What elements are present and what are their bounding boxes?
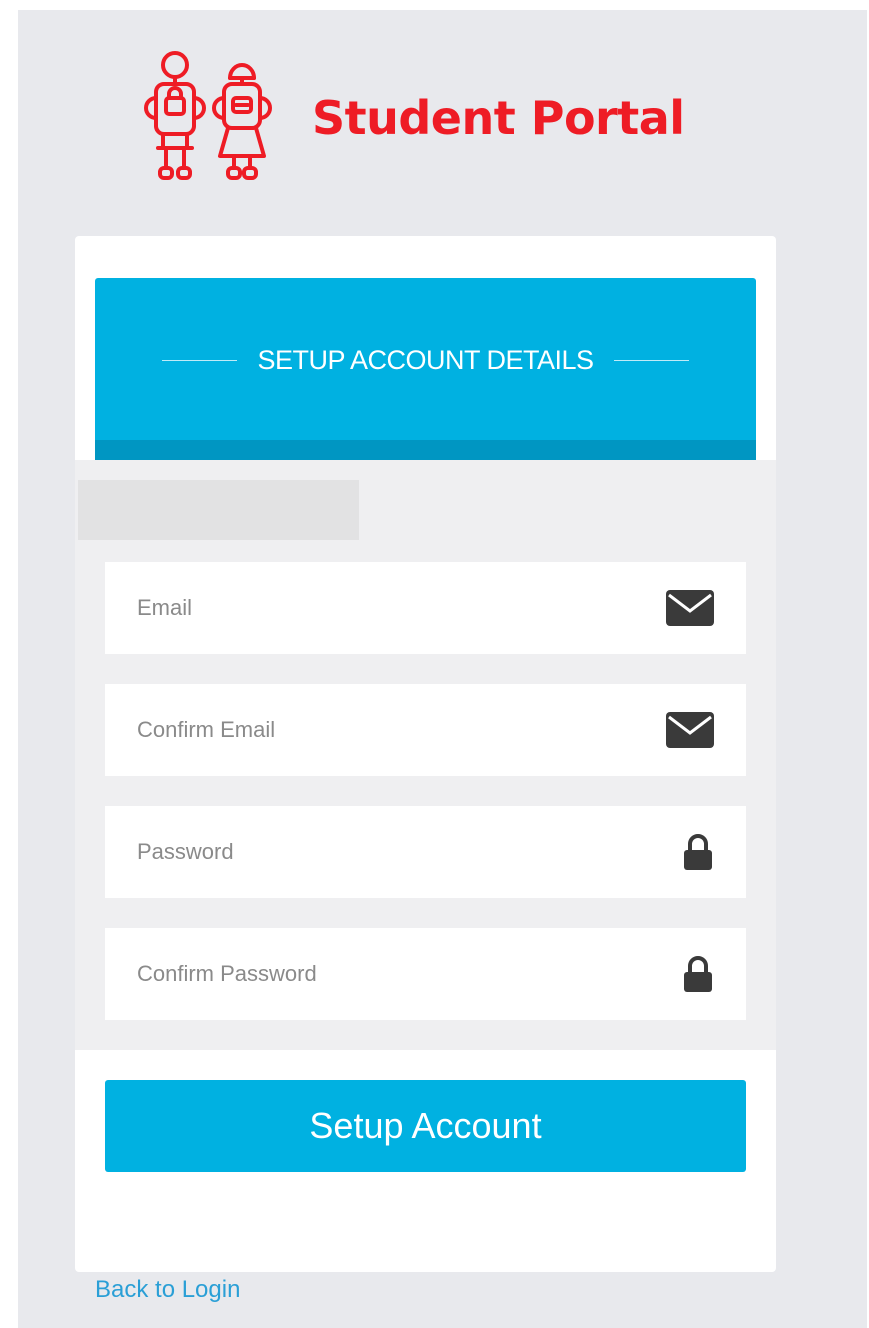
card-header: SETUP ACCOUNT DETAILS xyxy=(95,278,756,460)
header-divider-right xyxy=(613,359,689,361)
confirm-password-field xyxy=(105,928,746,1020)
card-title: SETUP ACCOUNT DETAILS xyxy=(257,344,594,375)
header-accent-band xyxy=(95,440,756,460)
header-title-row: SETUP ACCOUNT DETAILS xyxy=(95,340,756,380)
confirm-password-input[interactable] xyxy=(105,928,697,1020)
back-to-login-link[interactable]: Back to Login xyxy=(95,1276,240,1304)
password-input[interactable] xyxy=(105,806,697,898)
setup-account-card: SETUP ACCOUNT DETAILS Email Confirm Emai… xyxy=(75,236,776,1272)
email-input[interactable] xyxy=(105,562,697,654)
lock-icon xyxy=(666,834,714,870)
setup-account-button[interactable]: Setup Account xyxy=(105,1080,746,1172)
message-placeholder xyxy=(78,480,359,540)
envelope-icon xyxy=(666,590,714,626)
confirm-email-field xyxy=(105,684,746,776)
brand-logo: Student Portal xyxy=(140,45,700,190)
student-figures-icon xyxy=(144,50,272,180)
envelope-icon xyxy=(666,712,714,748)
brand-name: Student Portal xyxy=(312,90,685,145)
password-field xyxy=(105,806,746,898)
setup-form xyxy=(75,460,776,1050)
confirm-email-input[interactable] xyxy=(105,684,697,776)
email-field xyxy=(105,562,746,654)
lock-icon xyxy=(666,956,714,992)
header-divider-left xyxy=(162,359,238,361)
